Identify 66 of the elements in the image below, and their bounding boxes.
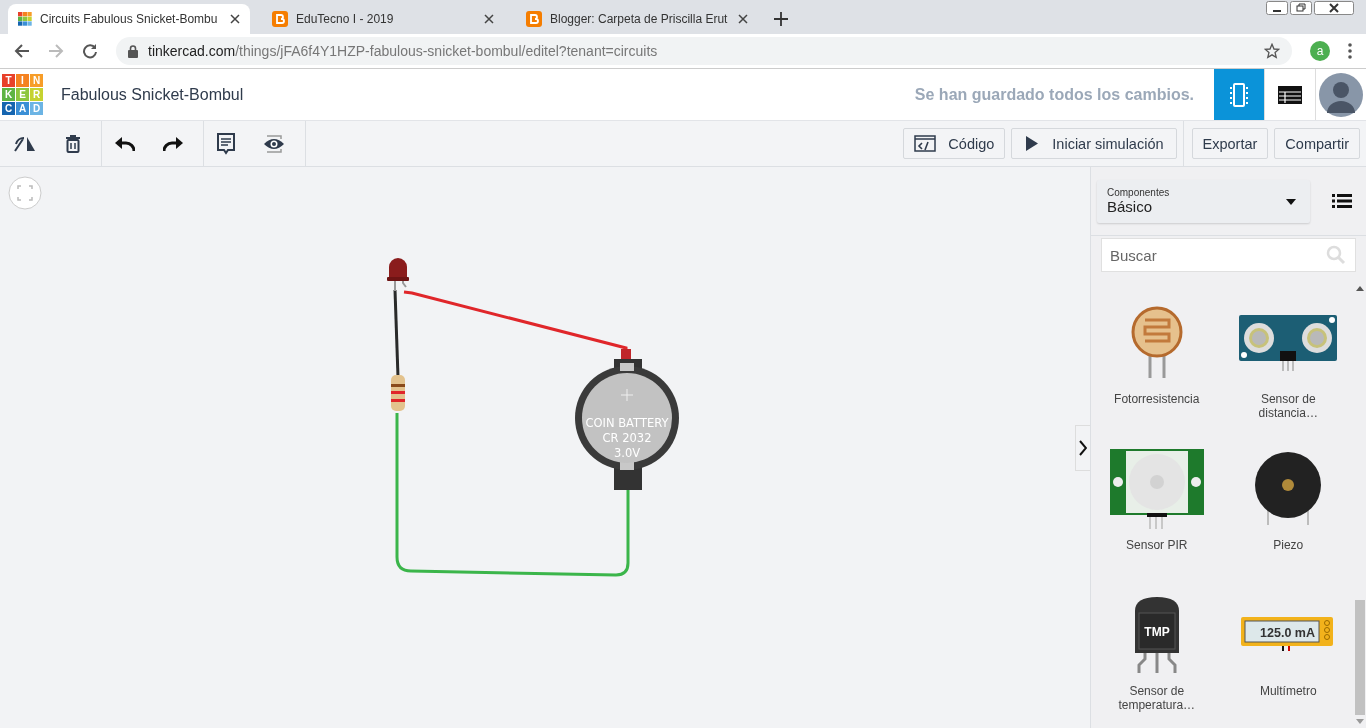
caret-icon [1286, 198, 1296, 205]
chip-label: TMP [1144, 625, 1170, 639]
pir-sensor-icon [1109, 449, 1204, 529]
component-item[interactable]: Piezo [1222, 446, 1354, 592]
component-item[interactable]: Sensor de distancia… [1222, 300, 1354, 446]
browser-tab[interactable]: Blogger: Carpeta de Priscilla Erut [516, 5, 758, 33]
components-dropdown[interactable]: Componentes Básico [1097, 179, 1310, 223]
browser-tab[interactable]: EduTecno I - 2019 [262, 5, 504, 33]
component-item[interactable]: Sensor PIR [1091, 446, 1223, 592]
scroll-up-icon[interactable] [1356, 286, 1364, 291]
back-icon[interactable] [14, 43, 30, 59]
code-button[interactable]: Código [903, 128, 1006, 159]
share-button[interactable]: Compartir [1274, 128, 1360, 159]
trash-icon[interactable] [65, 134, 81, 153]
component-item[interactable]: Fotorresistencia [1091, 300, 1223, 446]
reload-icon[interactable] [82, 43, 98, 59]
minimize-icon[interactable] [1266, 1, 1288, 15]
note-icon[interactable] [217, 132, 235, 155]
resistor[interactable] [391, 375, 405, 411]
component-item[interactable]: TMP Sensor de temperatura… [1091, 592, 1223, 728]
user-avatar[interactable] [1316, 72, 1366, 117]
ultrasonic-sensor-icon [1239, 315, 1338, 371]
blogger-icon [272, 11, 288, 27]
address-field[interactable]: tinkercad.com/things/jFA6f4Y1HZP-fabulous-snicket-bombul/editel?tenant=circuits [116, 37, 1292, 65]
search-icon [1326, 245, 1346, 265]
grid-logo-icon [18, 12, 32, 26]
project-title[interactable]: Fabulous Snicket-Bombul [61, 85, 915, 104]
tinkercad-logo[interactable]: T I N K E R C A D [2, 74, 43, 115]
close-icon[interactable] [484, 14, 494, 24]
component-item[interactable]: 125.0 mA Multímetro [1222, 592, 1354, 728]
wire[interactable] [393, 289, 400, 378]
menu-icon[interactable] [1348, 43, 1352, 59]
coin-battery[interactable] [575, 349, 679, 490]
star-icon[interactable] [1264, 43, 1280, 59]
export-button[interactable]: Exportar [1191, 128, 1269, 159]
battery-label: COIN BATTERY [585, 416, 669, 430]
new-tab-icon[interactable] [774, 12, 788, 26]
search-field[interactable]: Buscar [1101, 238, 1356, 272]
person-icon [1319, 72, 1363, 117]
list-icon[interactable] [1332, 193, 1352, 209]
eye-icon[interactable] [263, 133, 285, 154]
save-status: Se han guardado todos los cambios. [914, 85, 1194, 104]
close-icon[interactable] [1314, 1, 1354, 15]
panel-toggle-handle[interactable] [1075, 425, 1090, 471]
close-icon[interactable] [230, 14, 240, 24]
restore-icon[interactable] [1290, 1, 1312, 15]
battery-label: 3.0V [613, 446, 641, 460]
scrollbar-thumb[interactable] [1355, 600, 1365, 715]
code-window-icon [914, 135, 937, 152]
undo-icon[interactable] [115, 136, 135, 151]
piezo-buzzer-icon [1254, 451, 1323, 527]
close-icon[interactable] [738, 14, 748, 24]
blogger-icon [526, 11, 542, 27]
photoresistor-icon [1130, 306, 1183, 380]
chevron-right-icon [1079, 440, 1087, 456]
meter-reading: 125.0 mA [1260, 625, 1316, 640]
redo-icon[interactable] [163, 136, 183, 151]
lock-icon [128, 44, 138, 58]
chip-icon [1230, 82, 1248, 107]
start-simulation-button[interactable]: Iniciar simulación [1011, 128, 1177, 159]
browser-tab[interactable]: Circuits Fabulous Snicket-Bombu [8, 4, 250, 34]
battery-label: CR 2032 [602, 431, 652, 445]
led[interactable] [387, 258, 409, 292]
play-icon [1026, 136, 1039, 151]
table-icon [1278, 85, 1302, 104]
rotate-icon[interactable] [13, 134, 37, 153]
